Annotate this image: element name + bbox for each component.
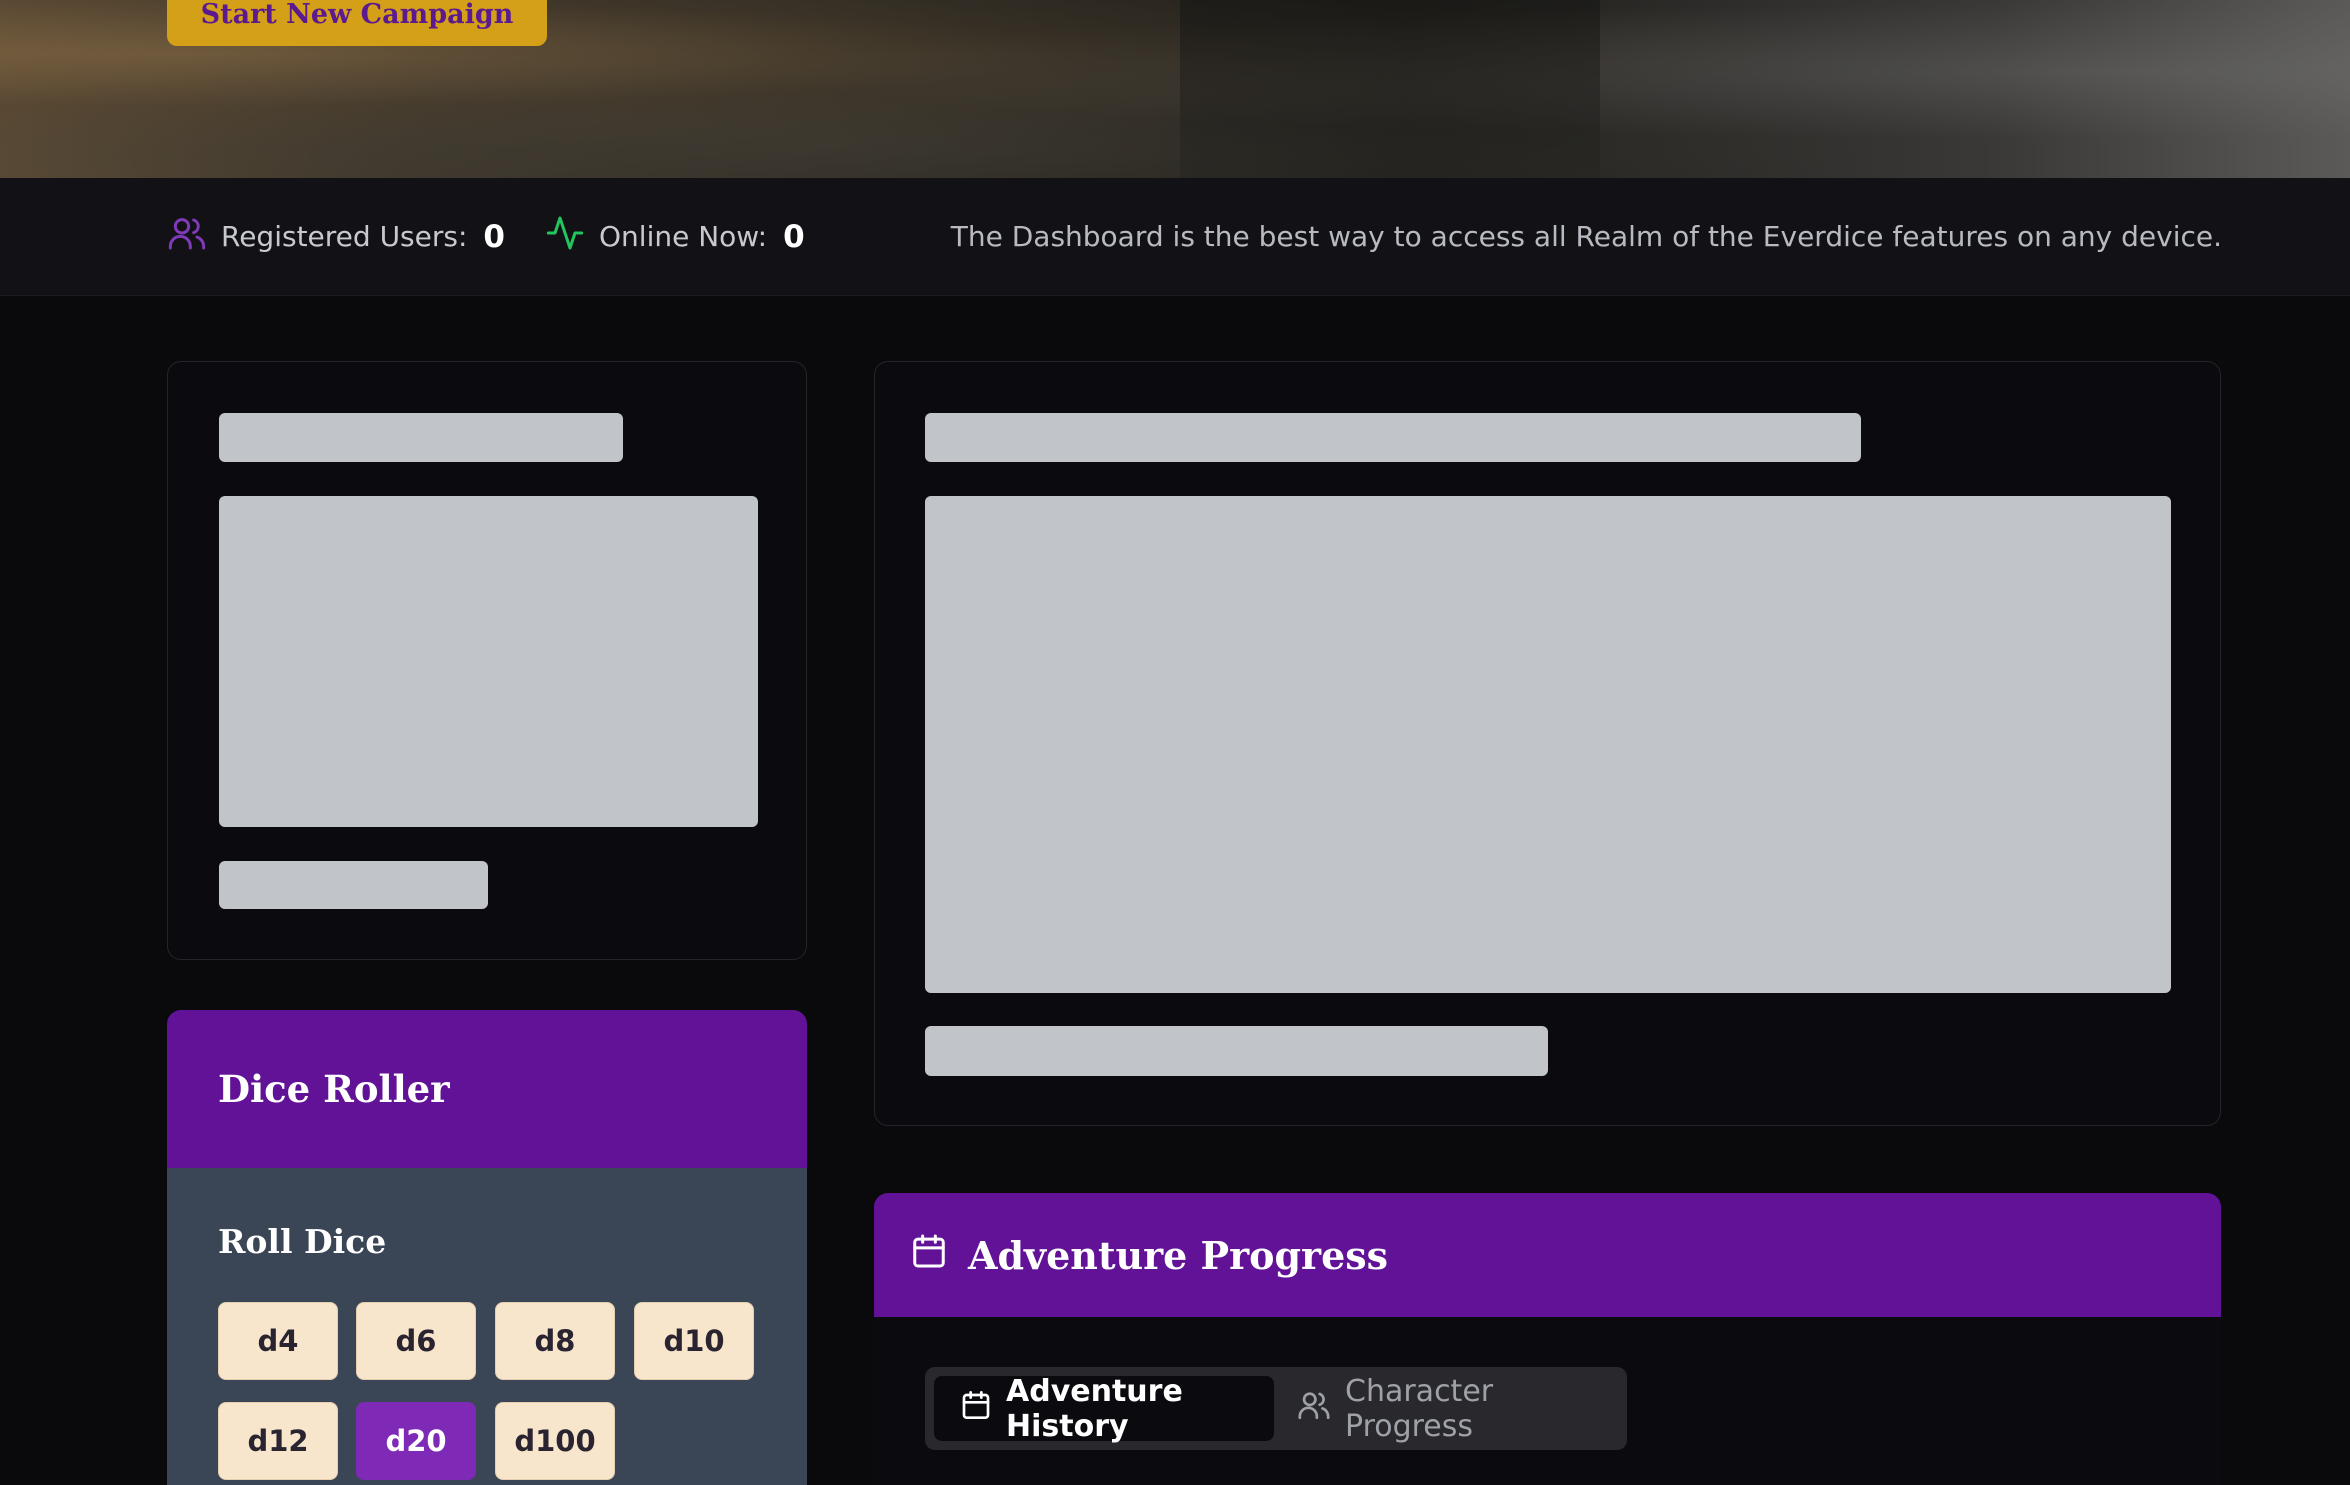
registered-users-value: 0 [483,218,505,255]
die-d6-button[interactable]: d6 [356,1302,476,1380]
skeleton-caption [219,861,488,909]
adventure-progress-title: Adventure Progress [968,1232,1389,1278]
tab-character-progress[interactable]: Character Progress [1297,1373,1617,1444]
hero-banner: Start New Campaign [0,0,2350,178]
roll-dice-heading: Roll Dice [218,1222,387,1261]
dashboard-note: The Dashboard is the best way to access … [950,220,2222,253]
activity-icon [545,213,585,260]
die-d8-button[interactable]: d8 [495,1302,615,1380]
loading-card-right [874,361,2221,1126]
skeleton-image [925,496,2171,993]
dice-roller-panel: Dice Roller Roll Dice d4 d6 d8 d10 d12 d… [167,1010,807,1485]
tab-adventure-history[interactable]: Adventure History [934,1373,1274,1444]
die-d20-button[interactable]: d20 [356,1402,476,1480]
online-now-value: 0 [783,218,805,255]
stats-bar: Registered Users: 0 Online Now: 0 The Da… [0,178,2350,296]
adventure-tabs: Adventure History Character Progress [925,1367,1627,1450]
tab-character-progress-label: Character Progress [1345,1373,1494,1444]
start-new-campaign-button[interactable]: Start New Campaign [167,0,547,46]
online-now-label: Online Now: [599,220,768,253]
registered-users-stat: Registered Users: 0 [167,178,505,295]
skeleton-caption [925,1026,1548,1076]
users-icon [1297,1388,1331,1430]
dice-roller-body: Roll Dice d4 d6 d8 d10 d12 d20 d100 [167,1168,807,1485]
users-icon [167,213,207,260]
die-d10-button[interactable]: d10 [634,1302,754,1380]
die-d12-button[interactable]: d12 [218,1402,338,1480]
registered-users-label: Registered Users: [221,220,468,253]
skeleton-title [925,413,1861,462]
die-d4-button[interactable]: d4 [218,1302,338,1380]
calendar-icon [910,1230,948,1281]
skeleton-title [219,413,623,462]
loading-card-left [167,361,807,960]
tab-adventure-history-label: Adventure History [1006,1373,1183,1444]
dice-roller-title: Dice Roller [167,1010,807,1168]
adventure-progress-header: Adventure Progress [874,1193,2221,1317]
online-now-stat: Online Now: 0 [545,178,805,295]
hero-image-overlay [1180,0,1600,178]
die-d100-button[interactable]: d100 [495,1402,615,1480]
skeleton-image [219,496,758,827]
calendar-icon [960,1388,992,1430]
